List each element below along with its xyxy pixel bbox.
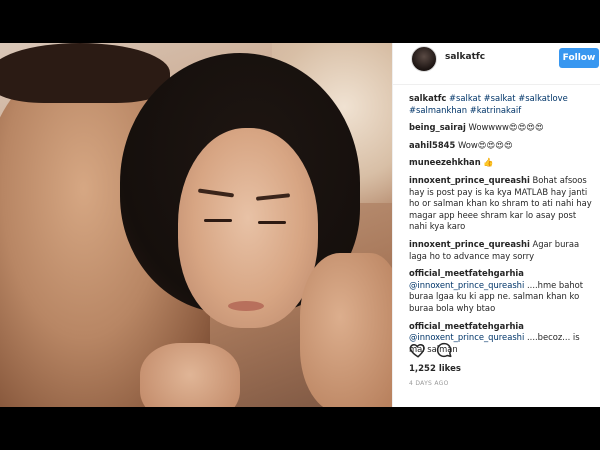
photo-eye-right bbox=[258, 221, 286, 224]
action-bar bbox=[409, 341, 589, 361]
post-header: salkatfc Follow bbox=[393, 43, 600, 85]
post-timestamp: 4 DAYS AGO bbox=[409, 380, 449, 387]
caption-username[interactable]: salkatfc bbox=[409, 93, 446, 103]
photo-man-hair bbox=[0, 43, 170, 103]
list-item: official_meetfatehgarhia @innoxent_princ… bbox=[409, 268, 595, 314]
heart-outline-icon[interactable] bbox=[409, 341, 427, 359]
list-item: innoxent_prince_qureashi Agar buraa laga… bbox=[409, 239, 595, 262]
avatar[interactable] bbox=[411, 46, 437, 72]
photo-arm bbox=[300, 253, 392, 407]
comment-mention[interactable]: @innoxent_prince_qureashi bbox=[409, 280, 524, 290]
comment-text: Wow😍😍😍😍 bbox=[458, 139, 513, 150]
caption: salkatfc #salkat #salkat #salkatlove #sa… bbox=[409, 93, 595, 116]
comment-username[interactable]: innoxent_prince_qureashi bbox=[409, 239, 530, 249]
list-item: aahil5845 Wow😍😍😍😍 bbox=[409, 140, 595, 152]
list-item: innoxent_prince_qureashi Bohat afsoos ha… bbox=[409, 175, 595, 233]
comment-username[interactable]: aahil5845 bbox=[409, 140, 455, 150]
photo-eye-left bbox=[204, 219, 232, 222]
header-username[interactable]: salkatfc bbox=[445, 52, 485, 62]
comment-username[interactable]: innoxent_prince_qureashi bbox=[409, 175, 530, 185]
likes-count[interactable]: 1,252 likes bbox=[409, 364, 461, 374]
comment-username[interactable]: official_meetfatehgarhia bbox=[409, 268, 524, 278]
list-item: muneezehkhan 👍 bbox=[409, 157, 595, 169]
photo-lips bbox=[228, 301, 264, 311]
post-photo[interactable] bbox=[0, 43, 392, 407]
speech-bubble-icon[interactable] bbox=[435, 341, 453, 359]
photo-hand bbox=[140, 343, 240, 407]
comment-text: Wowwww😍😍😍😍 bbox=[468, 122, 544, 133]
post-side-panel: salkatfc Follow salkatfc #salkat #salkat… bbox=[392, 43, 600, 407]
photo-woman-face bbox=[178, 128, 318, 328]
comments-list: salkatfc #salkat #salkat #salkatlove #sa… bbox=[409, 93, 595, 361]
list-item: being_sairaj Wowwww😍😍😍😍 bbox=[409, 122, 595, 134]
follow-button[interactable]: Follow bbox=[559, 48, 599, 68]
comment-username[interactable]: muneezehkhan bbox=[409, 157, 481, 167]
comment-username[interactable]: being_sairaj bbox=[409, 122, 466, 132]
comment-text: 👍 bbox=[483, 157, 494, 168]
instagram-post: salkatfc Follow salkatfc #salkat #salkat… bbox=[0, 43, 600, 407]
comment-username[interactable]: official_meetfatehgarhia bbox=[409, 321, 524, 331]
